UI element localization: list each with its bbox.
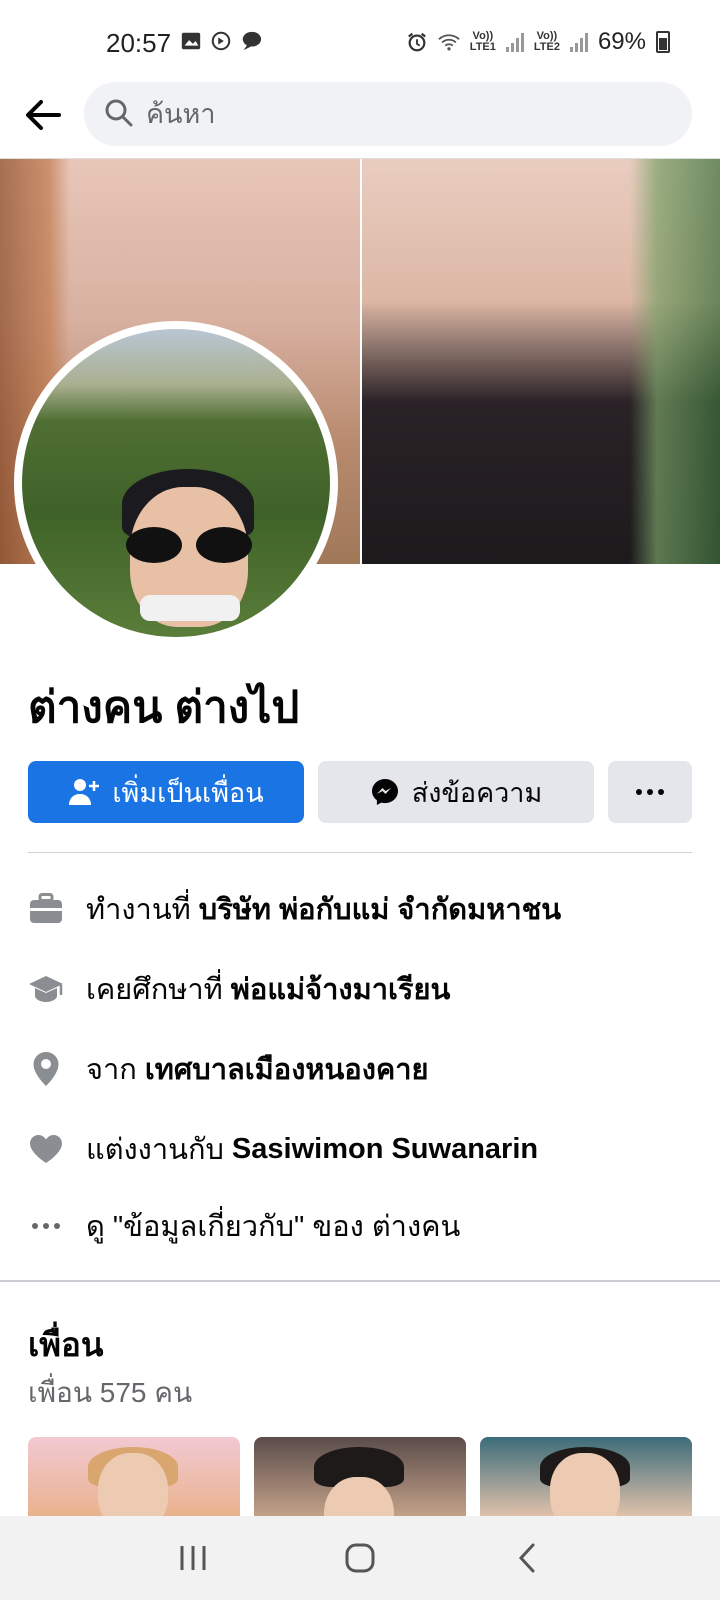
intro-hometown-value[interactable]: เทศบาลเมืองหนองคาย <box>145 1046 429 1092</box>
friend-thumbnail[interactable] <box>480 1437 692 1517</box>
intro-hometown-prefix: จาก <box>86 1054 137 1086</box>
divider <box>28 852 692 853</box>
intro-relationship-prefix: แต่งงานกับ <box>86 1134 224 1166</box>
message-button[interactable]: ส่งข้อความ <box>318 761 594 823</box>
cover-photo-right <box>362 159 720 564</box>
friends-count: เพื่อน 575 คน <box>28 1377 193 1408</box>
recent-apps-icon <box>180 1546 206 1570</box>
heart-icon <box>28 1131 64 1167</box>
battery-icon <box>656 31 670 53</box>
location-pin-icon <box>28 1051 64 1087</box>
intro-education[interactable]: เคยศึกษาที่ พ่อแม่จ้างมาเรียน <box>28 969 708 1009</box>
more-dots-icon <box>636 789 664 795</box>
sync-icon <box>211 31 231 51</box>
system-status: Vo)) LTE1 Vo)) LTE2 69% <box>406 28 670 56</box>
briefcase-icon <box>28 891 64 927</box>
status-bar: 20:57 Vo)) LTE1 Vo)) LTE2 69% <box>0 0 720 80</box>
search-header <box>0 80 720 158</box>
intro-relationship[interactable]: แต่งงานกับ Sasiwimon Suwanarin <box>28 1129 708 1169</box>
search-icon <box>105 99 133 127</box>
intro-education-prefix: เคยศึกษาที่ <box>86 974 223 1006</box>
graduation-cap-icon <box>28 971 64 1007</box>
more-options-button[interactable] <box>608 761 692 823</box>
search-bar[interactable] <box>84 82 692 146</box>
more-dots-icon <box>28 1208 64 1244</box>
see-about-info-link[interactable]: ดู "ข้อมูลเกี่ยวกับ" ของ ต่างคน <box>28 1206 708 1246</box>
back-button[interactable] <box>20 92 66 138</box>
intro-relationship-value[interactable]: Sasiwimon Suwanarin <box>232 1133 538 1166</box>
message-label: ส่งข้อความ <box>411 777 543 808</box>
intro-hometown[interactable]: จาก เทศบาลเมืองหนองคาย <box>28 1049 708 1089</box>
gallery-icon <box>181 32 201 50</box>
add-friend-button[interactable]: เพิ่มเป็นเพื่อน <box>28 761 304 823</box>
friends-section-title[interactable]: เพื่อน <box>28 1318 103 1371</box>
notification-icons <box>180 30 262 52</box>
system-back-button[interactable] <box>497 1528 557 1588</box>
intro-work[interactable]: ทำงานที่ บริษัท พ่อกับแม่ จำกัดมหาชน <box>28 889 708 929</box>
system-navigation-bar <box>0 1516 720 1600</box>
intro-work-prefix: ทำงานที่ <box>86 894 191 926</box>
profile-actions: เพิ่มเป็นเพื่อน ส่งข้อความ <box>28 761 692 823</box>
status-time: 20:57 <box>106 28 172 58</box>
profile-name: ต่างคน ต่างไป <box>28 683 300 732</box>
sim2-indicator: Vo)) LTE2 <box>533 30 560 53</box>
avatar <box>22 329 330 637</box>
friend-thumbnail[interactable] <box>254 1437 466 1517</box>
add-friend-label: เพิ่มเป็นเพื่อน <box>112 777 264 808</box>
back-arrow-icon <box>26 100 61 130</box>
intro-work-value[interactable]: บริษัท พ่อกับแม่ จำกัดมหาชน <box>199 886 561 932</box>
search-input[interactable] <box>146 82 666 146</box>
section-separator <box>0 1280 720 1282</box>
home-button[interactable] <box>330 1528 390 1588</box>
signal-bars-1-icon <box>505 32 524 52</box>
home-icon <box>345 1543 375 1573</box>
sim1-indicator: Vo)) LTE1 <box>469 30 496 53</box>
profile-picture[interactable] <box>14 321 338 645</box>
recent-apps-button[interactable] <box>163 1528 223 1588</box>
chat-bubble-icon <box>242 31 262 51</box>
wifi-icon <box>438 34 460 51</box>
signal-bars-2-icon <box>569 32 588 52</box>
messenger-icon <box>371 779 398 805</box>
alarm-icon <box>407 32 426 52</box>
friend-thumbnail[interactable] <box>28 1437 240 1517</box>
see-about-info-label: ดู "ข้อมูลเกี่ยวกับ" ของ ต่างคน <box>86 1211 461 1243</box>
intro-education-value[interactable]: พ่อแม่จ้างมาเรียน <box>231 966 450 1012</box>
battery-percent: 69% <box>597 28 646 55</box>
chevron-left-icon <box>518 1543 535 1573</box>
add-friend-icon <box>69 779 100 805</box>
